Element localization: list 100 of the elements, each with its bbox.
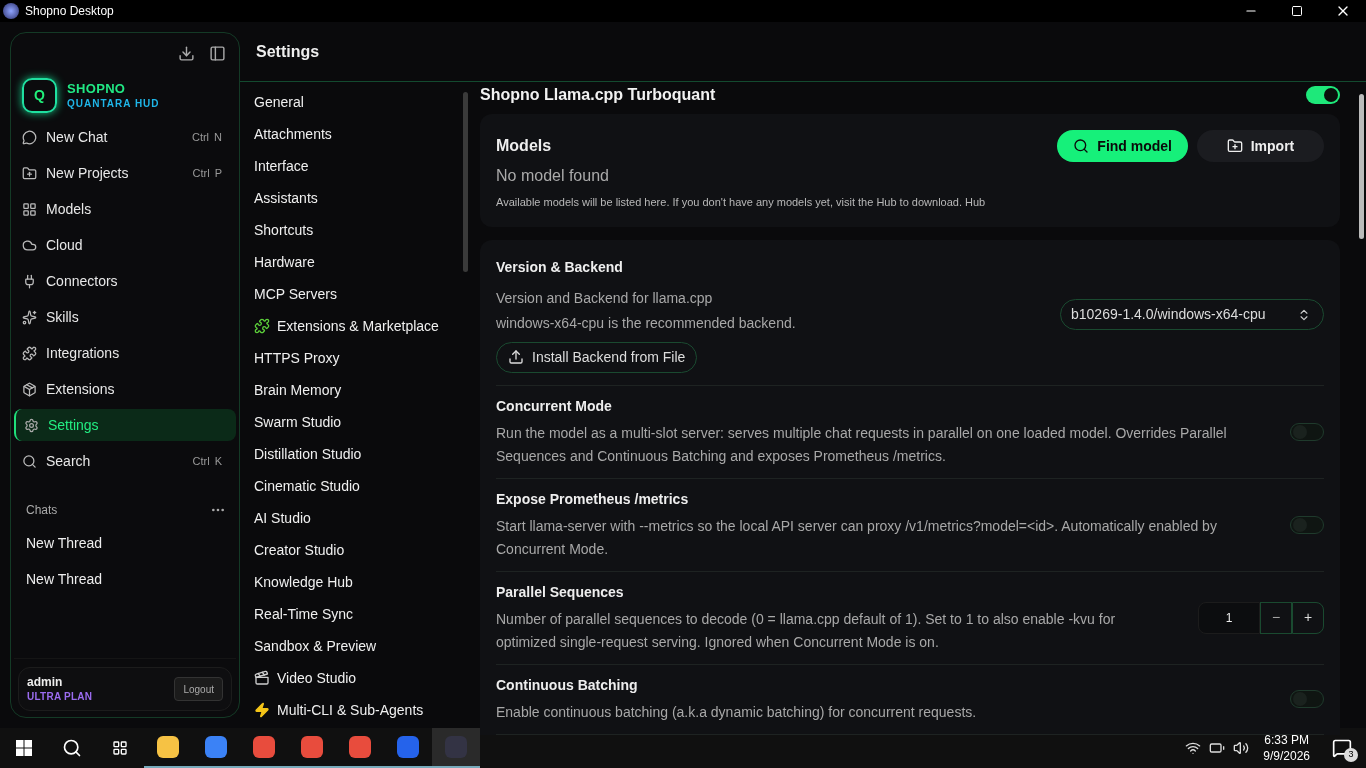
brand-subtitle: QUANTARA HUD	[67, 96, 160, 111]
settings-nav-item[interactable]: Distillation Studio	[254, 438, 472, 470]
shortcut-hint: Ctrl N	[191, 129, 222, 145]
battery-icon[interactable]	[1209, 740, 1226, 756]
windows-logo-icon	[16, 740, 32, 756]
sparkles-icon	[22, 309, 37, 325]
toggle-switch[interactable]	[1290, 690, 1324, 708]
sidebar-item[interactable]: Skills	[14, 301, 236, 333]
settings-nav-item[interactable]: Swarm Studio	[254, 406, 472, 438]
number-field[interactable]: 1	[1198, 601, 1260, 634]
sidebar-item[interactable]: Extensions	[14, 373, 236, 405]
toggle-switch[interactable]	[1290, 515, 1324, 534]
chat-thread[interactable]: New Thread	[14, 525, 236, 561]
option-description: Enable continuous batching (a.k.a dynamic batching) for concurrent requests.	[496, 702, 978, 722]
settings-nav-item[interactable]: Sandbox & Preview	[254, 630, 472, 662]
settings-nav-item[interactable]: Multi-CLI & Sub-Agents	[254, 694, 472, 726]
shortcut-hint: Ctrl K	[192, 453, 222, 469]
empty-title: No model found	[496, 166, 610, 186]
plan-label: ULTRA PLAN	[27, 689, 93, 704]
page-title: Settings	[256, 41, 320, 62]
notification-badge: 3	[1344, 748, 1358, 762]
puzzle-icon	[254, 318, 270, 334]
clock-date[interactable]: 9/9/2026	[1263, 748, 1310, 764]
settings-nav-item[interactable]: Creator Studio	[254, 534, 472, 566]
sidebar-item[interactable]: Models	[14, 193, 236, 225]
sidebar-item[interactable]: Integrations	[14, 337, 236, 369]
chats-heading: Chats	[26, 502, 58, 519]
upload-icon	[508, 349, 524, 365]
settings-icon	[24, 417, 39, 433]
settings-nav-item[interactable]: Brain Memory	[254, 374, 472, 406]
settings-nav-item[interactable]: Assistants	[254, 182, 472, 214]
folder-plus-icon	[22, 165, 37, 181]
maximize-icon	[1291, 5, 1303, 17]
task-view-icon	[112, 740, 128, 756]
sidebar-item[interactable]: Settings	[14, 409, 236, 441]
brand-name: SHOPNO	[67, 80, 127, 97]
plug-icon	[22, 273, 37, 289]
folder-plus-icon	[1226, 138, 1243, 154]
increment-button[interactable]: +	[1292, 601, 1324, 634]
scrollbar[interactable]	[1359, 94, 1364, 239]
clapperboard-icon	[254, 670, 270, 686]
toggle-switch[interactable]	[1306, 86, 1340, 104]
window-title: Shopno Desktop	[25, 3, 114, 20]
option-description: Number of parallel sequences to decode (0 = llama.cpp default of 1). Set to 1 to also enable -kvu for optimized single-request serving. Ignored when Concurrent Mode is on.	[496, 609, 1117, 652]
sidebar-item[interactable]: Search Ctrl K	[14, 445, 236, 477]
settings-nav-item[interactable]: Extensions & Marketplace	[254, 310, 472, 342]
lightning-icon	[254, 702, 270, 718]
option-title: Parallel Sequences	[496, 582, 625, 602]
settings-nav-item[interactable]: Interface	[254, 150, 472, 182]
sidebar-item[interactable]: Connectors	[14, 265, 236, 297]
taskbar-app-button[interactable]	[432, 728, 480, 768]
chat-thread[interactable]: New Thread	[14, 561, 236, 597]
import-button[interactable]: Import	[1197, 130, 1324, 162]
settings-nav-item[interactable]: Attachments	[254, 118, 472, 150]
section-description: windows-x64-cpu is the recommended backend.	[496, 313, 797, 333]
sidebar-toggle-icon[interactable]	[209, 45, 226, 62]
settings-nav-item[interactable]: Shortcuts	[254, 214, 472, 246]
settings-nav-item[interactable]: AI Studio	[254, 502, 472, 534]
settings-nav-item[interactable]: HTTPS Proxy	[254, 342, 472, 374]
settings-nav-item[interactable]: Real-Time Sync	[254, 598, 472, 630]
settings-nav-item[interactable]: MCP Servers	[254, 278, 472, 310]
search-icon	[62, 738, 82, 758]
scrollbar[interactable]	[463, 92, 468, 272]
section-title: Version & Backend	[496, 257, 624, 277]
user-name: admin	[27, 674, 64, 690]
toggle-switch[interactable]	[1290, 422, 1324, 441]
chat-bubble-icon	[22, 129, 37, 145]
section-description: Version and Backend for llama.cpp	[496, 288, 714, 308]
search-icon	[1073, 138, 1090, 154]
app-logo-icon	[3, 3, 19, 19]
volume-icon[interactable]	[1233, 740, 1250, 756]
clock-time[interactable]: 6:33 PM	[1264, 732, 1309, 748]
search-icon	[22, 453, 37, 469]
settings-nav-item[interactable]: General	[254, 86, 472, 118]
settings-nav-item[interactable]: Cinematic Studio	[254, 470, 472, 502]
cube-icon	[22, 381, 37, 397]
decrement-button[interactable]: −	[1260, 601, 1292, 634]
settings-nav-item[interactable]: Hardware	[254, 246, 472, 278]
option-title: Continuous Batching	[496, 675, 639, 695]
option-title: Concurrent Mode	[496, 396, 613, 416]
models-heading: Models	[496, 136, 552, 156]
sidebar-item[interactable]: New Chat Ctrl N	[14, 121, 236, 153]
sidebar-item[interactable]: New Projects Ctrl P	[14, 157, 236, 189]
option-title: Expose Prometheus /metrics	[496, 489, 690, 509]
download-icon[interactable]	[178, 45, 195, 62]
provider-title: Shopno Llama.cpp Turboquant	[480, 85, 716, 105]
cloud-icon	[22, 237, 37, 253]
notification-icon[interactable]	[1332, 738, 1352, 758]
puzzle-icon	[22, 345, 37, 361]
settings-nav-item[interactable]: Knowledge Hub	[254, 566, 472, 598]
settings-nav-item[interactable]: Video Studio	[254, 662, 472, 694]
empty-description: Available models will be listed here. If you don't have any models yet, visit the Hub to download. Hub	[496, 195, 987, 210]
find-model-button[interactable]: Find model	[1057, 130, 1188, 162]
network-icon[interactable]	[1185, 740, 1202, 756]
brand-logo: Q	[22, 78, 57, 113]
grid-icon	[22, 201, 37, 217]
shortcut-hint: Ctrl P	[192, 165, 222, 181]
sidebar-item[interactable]: Cloud	[14, 229, 236, 261]
logout-button[interactable]: Logout	[174, 677, 223, 701]
option-description: Run the model as a multi-slot server: serves multiple chat requests in parallel on one loaded model. Overrides Parallel Sequences and Continuous Batching and exposes Prometheus /metrics.	[496, 423, 1228, 466]
